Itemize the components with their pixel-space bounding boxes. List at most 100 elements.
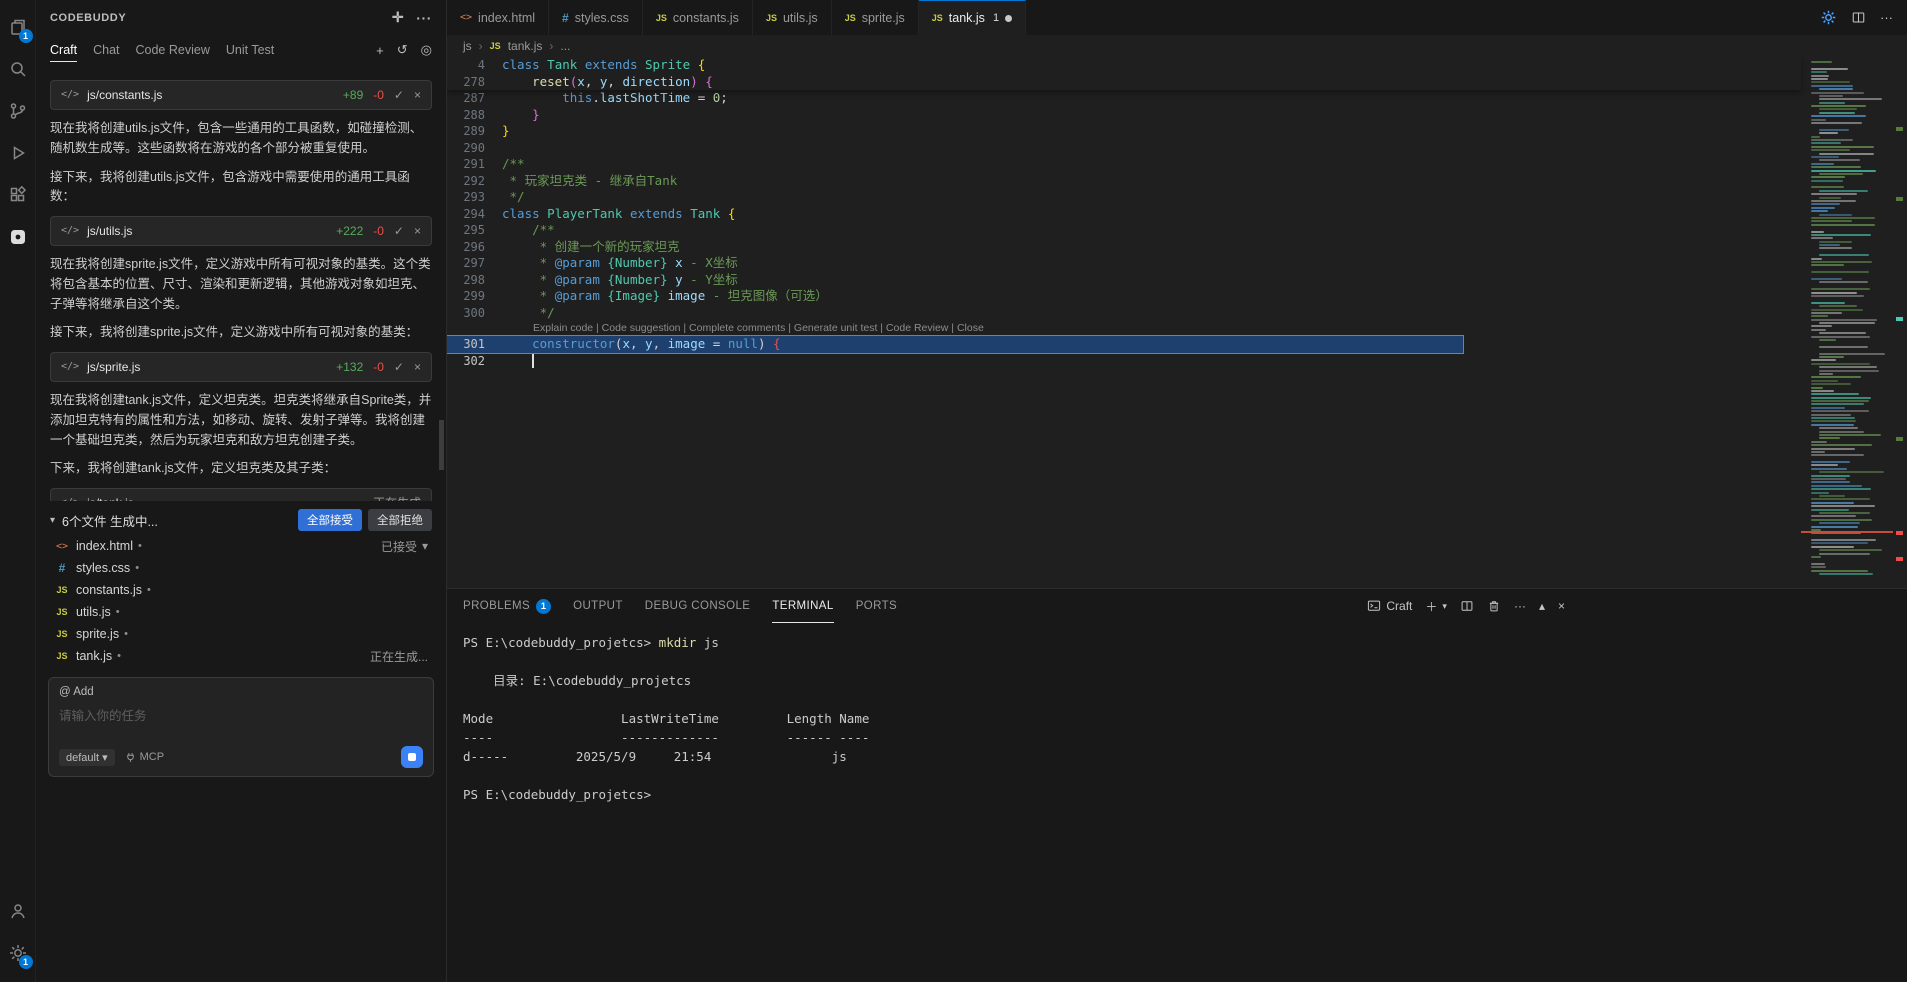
accept-all-button[interactable]: 全部接受 [298,509,362,531]
maximize-panel-icon[interactable]: ▴ [1539,599,1545,613]
settings-gear-icon[interactable]: 1 [0,932,36,974]
editor-tab-styles.css[interactable]: #styles.css [549,0,643,35]
code-line[interactable]: 301 constructor(x, y, image = null) { [447,336,1463,353]
explorer-icon[interactable]: 1 [0,6,36,48]
codebuddy-settings-icon[interactable] [1820,9,1837,26]
code-line[interactable]: 299 * @param {Image} image - 坦克图像（可选） [447,288,1801,305]
breadcrumb[interactable]: js › JS tank.js › ... [447,35,1907,57]
close-panel-icon[interactable]: × [1558,599,1565,613]
editor-tab-sprite.js[interactable]: JSsprite.js [832,0,919,35]
editor-tab-index.html[interactable]: <>index.html [447,0,549,35]
reject-file-icon[interactable]: × [414,358,421,377]
panel-tab-output[interactable]: OUTPUT [573,589,623,623]
editor-tab-constants.js[interactable]: JSconstants.js [643,0,753,35]
file-card[interactable]: </>js/utils.js+222-0✓× [50,216,432,246]
modified-indicator: • [116,606,120,618]
code-area[interactable]: 4class Tank extends Sprite {278 reset(x,… [447,57,1801,588]
tab-unit-test[interactable]: Unit Test [226,39,274,61]
sidebar-scrollbar[interactable] [439,420,444,470]
file-card[interactable]: </>js/tank.js正在生成 [50,488,432,501]
chevron-down-icon[interactable]: ▾ [422,539,428,553]
file-card[interactable]: </>js/constants.js+89-0✓× [50,80,432,110]
breadcrumb-folder[interactable]: js [463,39,472,53]
codelens-actions[interactable]: Explain code | Code suggestion | Complet… [447,321,1801,336]
code-line[interactable]: 291/** [447,156,1801,173]
task-input-box: @ Add 请输入你的任务 default ▾ MCP [48,677,434,777]
code-line[interactable]: 300 */ [447,305,1801,322]
tab-chat[interactable]: Chat [93,39,119,61]
generated-file-row[interactable]: JSconstants.js• [50,579,432,601]
stop-generation-button[interactable] [401,746,423,768]
accept-file-icon[interactable]: ✓ [394,222,404,241]
task-input[interactable]: 请输入你的任务 [59,705,423,746]
file-card[interactable]: </>js/sprite.js+132-0✓× [50,352,432,382]
code-line[interactable]: 288 } [447,107,1801,124]
code-line[interactable]: 293 */ [447,189,1801,206]
add-icon[interactable]: ✛ [392,9,404,26]
code-line[interactable]: 289} [447,123,1801,140]
tab-craft[interactable]: Craft [50,39,77,62]
panel-more-icon[interactable]: ··· [1514,599,1526,613]
code-line[interactable]: 295 /** [447,222,1801,239]
breadcrumb-symbol[interactable]: ... [560,39,570,53]
search-icon[interactable] [0,48,36,90]
model-selector[interactable]: default ▾ [59,749,115,766]
reject-all-button[interactable]: 全部拒绝 [368,509,432,531]
tab-code-review[interactable]: Code Review [136,39,210,61]
terminal-profile[interactable]: Craft [1367,599,1412,613]
generated-file-row[interactable]: <>index.html•已接受▾ [50,535,432,557]
code-line[interactable]: 294class PlayerTank extends Tank { [447,206,1801,223]
code-line[interactable]: 296 * 创建一个新的玩家坦克 [447,239,1801,256]
reject-file-icon[interactable]: × [414,222,421,241]
breadcrumb-file[interactable]: tank.js [508,39,543,53]
generated-file-row[interactable]: JStank.js•正在生成... [50,645,432,667]
split-editor-icon[interactable] [1851,10,1866,25]
generation-file-list: <>index.html•已接受▾#styles.css•JSconstants… [50,535,432,667]
code-line[interactable]: 302 [447,353,1801,370]
more-actions-icon[interactable]: ··· [416,10,432,26]
generated-file-row[interactable]: JSsprite.js• [50,623,432,645]
kill-terminal-icon[interactable] [1487,599,1501,613]
code-line[interactable]: 278 reset(x, y, direction) { [447,74,1801,91]
accounts-icon[interactable] [0,890,36,932]
code-line[interactable]: 4class Tank extends Sprite { [447,57,1801,74]
accept-file-icon[interactable]: ✓ [394,86,404,105]
editor-tab-tank.js[interactable]: JStank.js1 [919,0,1026,35]
panel-tab-debug-console[interactable]: DEBUG CONSOLE [645,589,751,623]
line-number: 296 [447,239,502,256]
terminal-line [463,766,1891,785]
code-line[interactable]: 292 * 玩家坦克类 - 继承自Tank [447,173,1801,190]
add-context-button[interactable]: @ Add [59,686,423,698]
js-file-icon: JS [54,651,70,661]
target-icon[interactable]: ◎ [421,42,432,58]
generated-file-row[interactable]: JSutils.js• [50,601,432,623]
panel-tab-terminal[interactable]: TERMINAL [772,589,833,623]
chevron-right-icon: › [479,39,483,53]
split-terminal-icon[interactable] [1460,599,1474,613]
code-line[interactable]: 297 * @param {Number} x - X坐标 [447,255,1801,272]
generated-file-name: constants.js [76,583,142,597]
run-debug-icon[interactable] [0,132,36,174]
code-line[interactable]: 298 * @param {Number} y - Y坐标 [447,272,1801,289]
overview-ruler[interactable] [1893,57,1907,588]
accept-file-icon[interactable]: ✓ [394,358,404,377]
mcp-button[interactable]: MCP [125,751,164,763]
terminal[interactable]: PS E:\codebuddy_projetcs> mkdir js 目录: E… [447,623,1907,982]
editor-more-icon[interactable]: ··· [1880,10,1893,25]
code-line[interactable]: 290 [447,140,1801,157]
minimap[interactable] [1801,57,1893,588]
panel-tab-ports[interactable]: PORTS [856,589,897,623]
reject-file-icon[interactable]: × [414,86,421,105]
generated-file-row[interactable]: #styles.css• [50,557,432,579]
source-control-icon[interactable] [0,90,36,132]
panel-tab-problems[interactable]: PROBLEMS1 [463,589,551,623]
extensions-icon[interactable] [0,174,36,216]
new-terminal-icon[interactable]: ＋ ▾ [1425,598,1447,615]
history-icon[interactable]: ↺ [397,42,408,58]
editor-tab-utils.js[interactable]: JSutils.js [753,0,832,35]
code-line[interactable]: 287 this.lastShotTime = 0; [447,90,1801,107]
codebuddy-icon[interactable] [0,216,36,258]
new-task-icon[interactable]: + [376,43,384,58]
chat-paragraph: 接下来，我将创建sprite.js文件，定义游戏中所有可视对象的基类： [50,323,432,343]
chevron-down-icon[interactable]: ▾ [50,515,55,526]
